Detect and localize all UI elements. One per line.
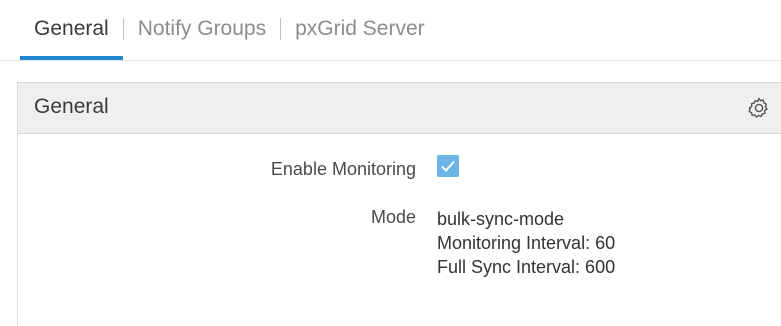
panel-title: General — [34, 95, 109, 118]
full-sync-interval: Full Sync Interval: 600 — [437, 257, 616, 277]
mode-line: bulk-sync-mode — [437, 209, 565, 229]
general-panel: General Enable Monitoring Mode bulk-sync… — [17, 82, 781, 326]
enable-monitoring-checkbox[interactable] — [437, 155, 459, 177]
tab-separator — [122, 18, 124, 40]
tab-notify-groups[interactable]: Notify Groups — [138, 12, 266, 46]
mode-value: bulk-sync-mode Monitoring Interval: 60 F… — [437, 207, 615, 279]
monitoring-interval: Monitoring Interval: 60 — [437, 233, 616, 253]
mode-label: Mode — [370, 207, 416, 227]
page: General Notify Groups pxGrid Server Gene… — [0, 0, 781, 326]
checkmark-icon — [441, 160, 455, 172]
tabs: General Notify Groups pxGrid Server — [20, 12, 425, 60]
tab-pxgrid-server[interactable]: pxGrid Server — [295, 12, 425, 46]
tab-general[interactable]: General — [20, 12, 123, 60]
gear-icon[interactable] — [747, 96, 771, 120]
panel-header: General — [18, 83, 781, 134]
tab-separator — [280, 18, 282, 40]
enable-monitoring-label: Enable Monitoring — [270, 159, 416, 179]
tab-bar: General Notify Groups pxGrid Server — [0, 0, 781, 61]
